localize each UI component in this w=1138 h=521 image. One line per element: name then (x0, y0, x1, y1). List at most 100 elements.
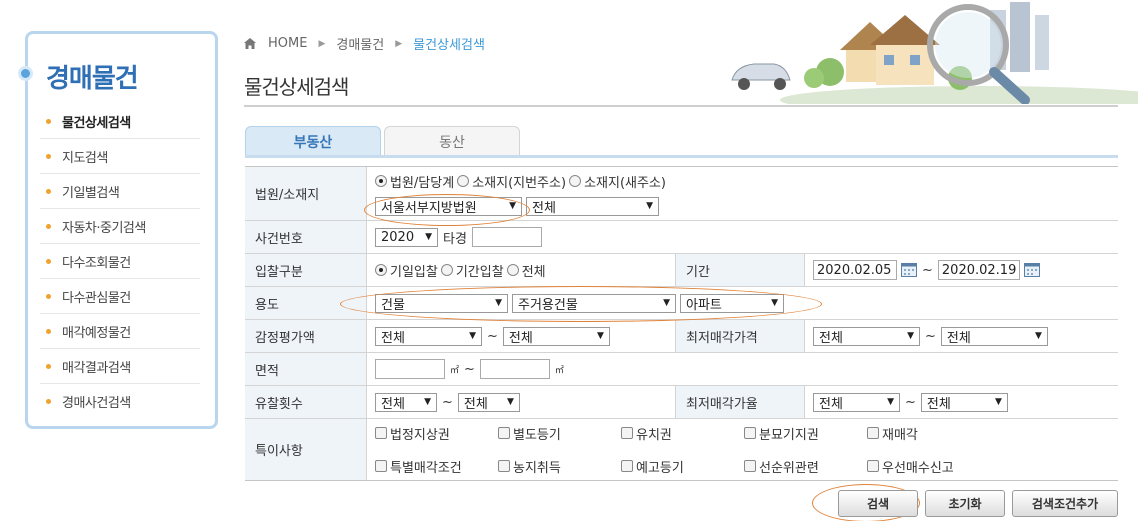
label-fail-count: 유찰횟수 (245, 386, 367, 418)
radio-checked-icon (375, 175, 387, 187)
checkbox-grave-base-right[interactable]: 분묘기지권 (744, 424, 864, 443)
checkbox-icon (744, 427, 756, 439)
sidebar-item-label: 다수조회물건 (62, 255, 131, 271)
dropdown-arrow-icon: ▼ (596, 331, 604, 341)
add-condition-button[interactable]: 검색조건추가 (1012, 490, 1118, 517)
checkbox-icon (498, 427, 510, 439)
radio-period-bid[interactable]: 기간입찰 (440, 261, 504, 280)
radio-icon (440, 264, 453, 276)
min-price-to-select[interactable]: 전체 ▼ (940, 326, 1048, 346)
radio-road-address[interactable]: 소재지(새주소) (569, 172, 666, 191)
breadcrumb: HOME ▶ 경매물건 ▶ 물건상세검색 (244, 34, 485, 53)
home-icon (244, 38, 256, 49)
sidebar-item-case-search[interactable]: 경매사건검색 (40, 384, 200, 419)
dropdown-arrow-icon: ▼ (506, 397, 514, 407)
court-select[interactable]: 서울서부지방법원 ▼ (375, 196, 522, 216)
min-rate-from-select[interactable]: 전체 ▼ (813, 392, 900, 412)
fail-count-from-select[interactable]: 전체 ▼ (375, 392, 437, 412)
sidebar-item-map-search[interactable]: 지도검색 (40, 139, 200, 174)
case-number-input[interactable] (471, 227, 542, 247)
radio-lot-address[interactable]: 소재지(지번주소) (457, 172, 566, 191)
area-to-input[interactable] (479, 359, 550, 379)
radio-court-dept[interactable]: 법원/담당계 (375, 172, 454, 191)
case-year-select[interactable]: 2020 ▼ (375, 227, 438, 247)
row-case-number: 사건번호 2020 ▼ 타경 (245, 221, 1118, 254)
bullet-icon (46, 223, 51, 229)
checkbox-separate-registry[interactable]: 별도등기 (498, 424, 618, 443)
usage-select-2[interactable]: 주거용건물 ▼ (512, 293, 676, 313)
radio-date-bid[interactable]: 기일입찰 (375, 261, 438, 280)
bullet-icon (46, 363, 51, 369)
checkbox-priority-purchase[interactable]: 우선매수신고 (867, 457, 987, 476)
checkbox-icon (375, 460, 387, 472)
label-period: 기간 (675, 254, 805, 286)
appraisal-from-select[interactable]: 전체 ▼ (375, 326, 482, 346)
checkbox-resale[interactable]: 재매각 (867, 424, 987, 443)
period-to-input[interactable]: 2020.02.19 (937, 260, 1020, 280)
sidebar-item-label: 자동차·중기검색 (62, 220, 146, 236)
sidebar-menu: 물건상세검색 지도검색 기일별검색 자동차·중기검색 다수조회물건 다수관심물건… (40, 104, 200, 419)
radio-all-bid[interactable]: 전체 (506, 261, 546, 280)
sidebar-item-most-watched[interactable]: 다수관심물건 (40, 279, 200, 314)
appraisal-to-select[interactable]: 전체 ▼ (502, 326, 610, 346)
dropdown-arrow-icon: ▼ (646, 201, 653, 211)
title-divider (244, 105, 1118, 107)
min-rate-to-select[interactable]: 전체 ▼ (920, 392, 1008, 412)
label-special: 특이사항 (245, 419, 367, 480)
sidebar-item-scheduled-sale[interactable]: 매각예정물건 (40, 314, 200, 349)
usage-select-3[interactable]: 아파트 ▼ (680, 293, 784, 313)
court-dept-select[interactable]: 전체 ▼ (526, 196, 659, 216)
usage-select-1[interactable]: 건물 ▼ (375, 293, 508, 313)
min-price-from-select[interactable]: 전체 ▼ (813, 326, 920, 346)
bullet-icon (46, 293, 51, 299)
dropdown-arrow-icon: ▼ (469, 331, 476, 341)
bullet-icon (46, 328, 51, 334)
sidebar-item-label: 매각결과검색 (62, 360, 131, 376)
breadcrumb-separator-icon: ▶ (395, 38, 403, 49)
label-usage: 용도 (245, 287, 367, 319)
breadcrumb-home[interactable]: HOME (268, 36, 307, 51)
radio-icon (506, 264, 519, 276)
sidebar-item-vehicle-search[interactable]: 자동차·중기검색 (40, 209, 200, 244)
checkbox-icon (621, 460, 633, 472)
row-court: 법원/소재지 법원/담당계 소재지(지번주소) 소재지(새주소) 서울서부지방법… (245, 167, 1118, 221)
checkbox-legal-surface-right[interactable]: 법정지상권 (375, 424, 495, 443)
dropdown-arrow-icon: ▼ (994, 397, 1002, 407)
sidebar-item-sale-results[interactable]: 매각결과검색 (40, 349, 200, 384)
tab-real-estate[interactable]: 부동산 (245, 126, 381, 156)
page-title: 물건상세검색 (244, 75, 349, 99)
fail-count-to-select[interactable]: 전체 ▼ (457, 392, 520, 412)
checkbox-icon (498, 460, 510, 472)
checkbox-senior-rights[interactable]: 선순위관련 (744, 457, 864, 476)
dropdown-arrow-icon: ▼ (495, 298, 502, 308)
sidebar-item-most-viewed[interactable]: 다수조회물건 (40, 244, 200, 279)
sidebar-item-date-search[interactable]: 기일별검색 (40, 174, 200, 209)
sidebar-item-label: 물건상세검색 (62, 115, 131, 131)
calendar-icon[interactable] (1023, 263, 1040, 277)
bullet-icon (46, 188, 51, 194)
checkbox-icon (867, 427, 879, 439)
period-from-input[interactable]: 2020.02.05 (813, 260, 897, 280)
dropdown-arrow-icon: ▼ (1034, 331, 1042, 341)
label-court: 법원/소재지 (245, 167, 367, 220)
checkbox-preliminary-registry[interactable]: 예고등기 (621, 457, 741, 476)
calendar-icon[interactable] (901, 263, 917, 277)
sidebar-title: 경매물건 (46, 64, 139, 94)
breadcrumb-level1[interactable]: 경매물건 (336, 34, 384, 53)
checkbox-farmland-acquisition[interactable]: 농지취득 (498, 457, 618, 476)
search-button[interactable]: 검색 (838, 490, 918, 517)
label-min-rate: 최저매각가율 (675, 386, 805, 418)
dropdown-arrow-icon: ▼ (887, 397, 894, 407)
breadcrumb-current: 물건상세검색 (413, 38, 485, 53)
breadcrumb-separator-icon: ▶ (318, 38, 326, 49)
reset-button[interactable]: 초기화 (925, 490, 1005, 517)
checkbox-lien[interactable]: 유치권 (621, 424, 741, 443)
row-fail-count: 유찰횟수 전체 ▼ ~ 전체 ▼ 최저매각가율 전체 ▼ ~ 전체 ▼ (245, 386, 1118, 419)
area-from-input[interactable] (375, 359, 445, 379)
radio-icon (569, 175, 582, 187)
sidebar-item-detail-search[interactable]: 물건상세검색 (40, 104, 200, 139)
tab-movable-property[interactable]: 동산 (384, 126, 520, 156)
bullet-icon (46, 118, 51, 124)
bullet-icon (46, 153, 51, 159)
checkbox-special-sale-condition[interactable]: 특별매각조건 (375, 457, 495, 476)
